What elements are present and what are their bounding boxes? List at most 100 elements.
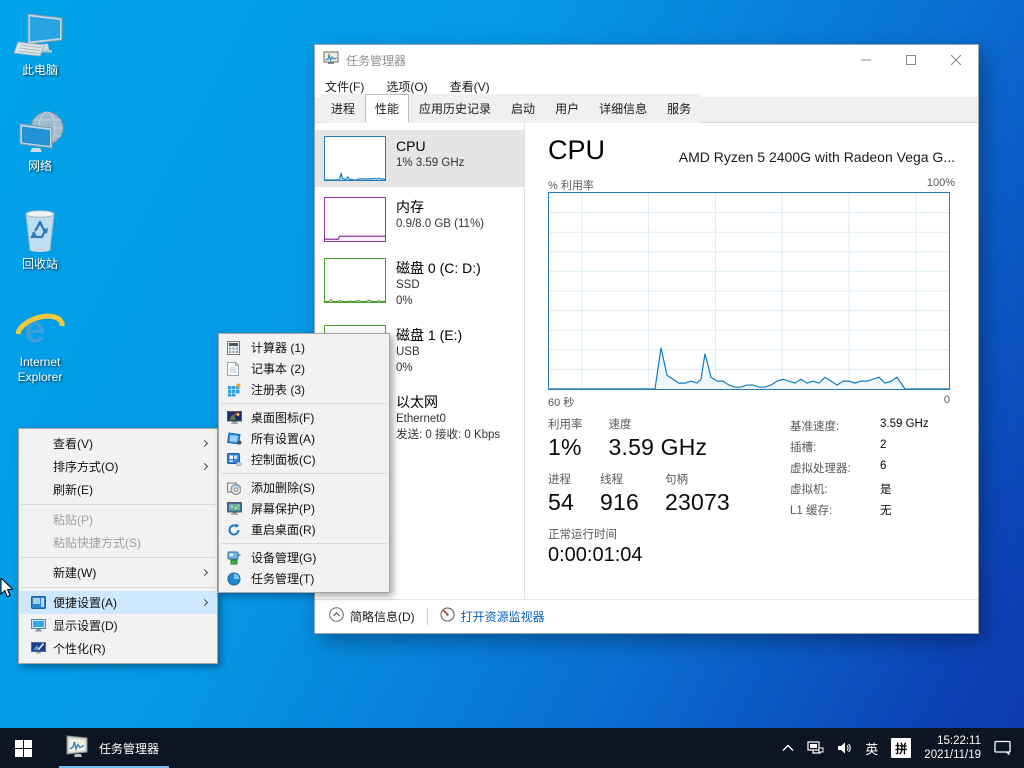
submenu-item-add-remove[interactable]: 添加删除(S) bbox=[219, 477, 389, 498]
sidebar-disk0-title: 磁盘 0 (C: D:) bbox=[396, 259, 481, 277]
desktop-icon-recycle-bin[interactable]: 回收站 bbox=[2, 206, 78, 272]
tab-performance[interactable]: 性能 bbox=[365, 94, 409, 123]
context-item-sort-by[interactable]: 排序方式(O) bbox=[19, 455, 217, 478]
disk0-mini-graph bbox=[324, 258, 386, 303]
tab-processes[interactable]: 进程 bbox=[321, 94, 365, 123]
personalize-icon bbox=[31, 641, 53, 657]
submenu-item-notepad[interactable]: 记事本 (2) bbox=[219, 358, 389, 379]
desktop-icon-internet-explorer[interactable]: e Internet Explorer bbox=[2, 304, 78, 385]
performance-pane: CPU 1% 3.59 GHz 内存 0.9/8.0 GB (11%) 磁盘 0… bbox=[315, 123, 978, 599]
tab-users[interactable]: 用户 bbox=[545, 94, 589, 123]
context-item-personalize[interactable]: 个性化(R) bbox=[19, 637, 217, 660]
calculator-icon bbox=[227, 340, 251, 356]
submenu-arrow-icon bbox=[201, 463, 208, 470]
sidebar-cpu-stats: 1% 3.59 GHz bbox=[396, 155, 464, 171]
ime-mode-indicator[interactable]: 拼 bbox=[891, 738, 911, 758]
fewer-details-button[interactable]: 简略信息(D) bbox=[350, 608, 415, 625]
volume-tray-icon[interactable] bbox=[837, 741, 852, 755]
sidebar-disk1-type: USB bbox=[396, 344, 462, 360]
context-item-quick-settings[interactable]: 便捷设置(A) bbox=[19, 591, 217, 614]
submenu-item-registry[interactable]: 注册表 (3) bbox=[219, 379, 389, 400]
network-icon bbox=[14, 108, 66, 156]
desktop-icon-this-pc[interactable]: 此电脑 bbox=[2, 12, 78, 78]
network-tray-icon[interactable] bbox=[807, 741, 824, 756]
menu-file[interactable]: 文件(F) bbox=[325, 78, 364, 95]
submenu-item-all-settings[interactable]: 所有设置(A) bbox=[219, 428, 389, 449]
sidebar-ethernet-title: 以太网 bbox=[396, 393, 500, 411]
taskbar-app-task-manager[interactable]: 任务管理器 bbox=[57, 728, 171, 768]
context-item-paste[interactable]: 粘贴(P) bbox=[19, 508, 217, 531]
graph-xspan: 60 秒 bbox=[548, 394, 574, 410]
window-icon bbox=[323, 50, 339, 71]
clock-time: 15:22:11 bbox=[924, 734, 981, 748]
stat-utilization-value: 1% bbox=[548, 433, 583, 461]
minimize-button[interactable] bbox=[843, 45, 888, 75]
close-button[interactable] bbox=[933, 45, 978, 75]
sidebar-ethernet-stats: 发送: 0 接收: 0 Kbps bbox=[396, 427, 500, 443]
action-center-icon[interactable] bbox=[994, 740, 1012, 756]
taskbar-clock[interactable]: 15:22:11 2021/11/19 bbox=[924, 734, 981, 762]
submenu-item-desktop-icons[interactable]: 桌面图标(F) bbox=[219, 407, 389, 428]
cpu-mini-graph bbox=[324, 136, 386, 181]
submenu-item-control-panel[interactable]: 控制面板(C) bbox=[219, 449, 389, 470]
tab-startup[interactable]: 启动 bbox=[501, 94, 545, 123]
submenu-item-calculator[interactable]: 计算器 (1) bbox=[219, 337, 389, 358]
recycle-bin-icon bbox=[14, 206, 66, 254]
uptime-block: 正常运行时间 0:00:01:04 bbox=[548, 526, 643, 568]
tab-details[interactable]: 详细信息 bbox=[589, 94, 657, 123]
menu-view[interactable]: 查看(V) bbox=[450, 78, 490, 95]
footer-divider bbox=[427, 608, 428, 625]
context-item-display-settings[interactable]: 显示设置(D) bbox=[19, 614, 217, 637]
submenu-arrow-icon bbox=[201, 569, 208, 576]
spec-sockets-label: 插槽: bbox=[790, 439, 880, 455]
stat-handles-label: 句柄 bbox=[665, 473, 730, 488]
cpu-detail-panel: CPU AMD Ryzen 5 2400G with Radeon Vega G… bbox=[548, 123, 955, 599]
cpu-big-stats: 利用率 1% 速度 3.59 GHz 进程 54 线程 916 句柄 23073 bbox=[548, 418, 730, 528]
sidebar-item-cpu[interactable]: CPU 1% 3.59 GHz bbox=[315, 130, 524, 187]
submenu-item-restart-desktop[interactable]: 重启桌面(R) bbox=[219, 519, 389, 540]
menu-separator bbox=[21, 557, 215, 558]
start-button[interactable] bbox=[0, 728, 47, 768]
uptime-label: 正常运行时间 bbox=[548, 526, 643, 542]
sidebar-item-memory[interactable]: 内存 0.9/8.0 GB (11%) bbox=[315, 191, 524, 248]
task-manager-window: 任务管理器 文件(F) 选项(O) 查看(V) 进程 性能 应用历史记录 启动 … bbox=[315, 45, 978, 633]
desktop-icon-label: 网络 bbox=[28, 159, 52, 174]
maximize-button[interactable] bbox=[888, 45, 933, 75]
tab-services[interactable]: 服务 bbox=[657, 94, 701, 123]
sidebar-item-disk0[interactable]: 磁盘 0 (C: D:) SSD 0% bbox=[315, 252, 524, 315]
graph-xzero: 0 bbox=[944, 394, 950, 410]
this-pc-icon bbox=[14, 12, 66, 60]
mouse-cursor bbox=[0, 578, 14, 603]
submenu-item-device-manager[interactable]: 设备管理(G) bbox=[219, 547, 389, 568]
submenu-item-screen-saver[interactable]: 屏幕保护(P) bbox=[219, 498, 389, 519]
context-item-refresh[interactable]: 刷新(E) bbox=[19, 478, 217, 501]
spec-vm-value: 是 bbox=[880, 481, 892, 497]
all-settings-icon bbox=[227, 431, 251, 447]
context-item-paste-shortcut[interactable]: 粘贴快捷方式(S) bbox=[19, 531, 217, 554]
cpu-utilization-graph bbox=[548, 192, 950, 390]
resource-monitor-icon bbox=[440, 607, 455, 627]
context-item-new[interactable]: 新建(W) bbox=[19, 561, 217, 584]
spec-vprocessors-label: 虚拟处理器: bbox=[790, 460, 880, 476]
tab-strip: 进程 性能 应用历史记录 启动 用户 详细信息 服务 bbox=[315, 97, 978, 123]
submenu-item-task-manager[interactable]: 任务管理(T) bbox=[219, 568, 389, 589]
context-item-view[interactable]: 查看(V) bbox=[19, 432, 217, 455]
menu-options[interactable]: 选项(O) bbox=[386, 78, 427, 95]
open-resource-monitor-link[interactable]: 打开资源监视器 bbox=[461, 608, 545, 625]
tab-app-history[interactable]: 应用历史记录 bbox=[409, 94, 501, 123]
desktop-icon-label: Internet Explorer bbox=[2, 355, 78, 385]
desktop-context-menu: 查看(V) 排序方式(O) 刷新(E) 粘贴(P) 粘贴快捷方式(S) 新建(W… bbox=[18, 428, 218, 664]
title-bar[interactable]: 任务管理器 bbox=[315, 45, 978, 75]
sidebar-memory-stats: 0.9/8.0 GB (11%) bbox=[396, 216, 484, 232]
hidden-icons-chevron[interactable] bbox=[782, 744, 794, 752]
sidebar-memory-title: 内存 bbox=[396, 198, 484, 216]
quick-settings-icon bbox=[31, 595, 53, 611]
fewer-details-icon bbox=[329, 607, 344, 627]
stat-utilization-label: 利用率 bbox=[548, 418, 583, 433]
desktop-icon-label: 回收站 bbox=[22, 257, 58, 272]
ime-language-indicator[interactable]: 英 bbox=[865, 739, 878, 758]
windows-logo-icon bbox=[15, 740, 32, 757]
desktop: 此电脑 网络 bbox=[0, 0, 1024, 768]
desktop-icon-network[interactable]: 网络 bbox=[2, 108, 78, 174]
notepad-icon bbox=[227, 361, 251, 377]
